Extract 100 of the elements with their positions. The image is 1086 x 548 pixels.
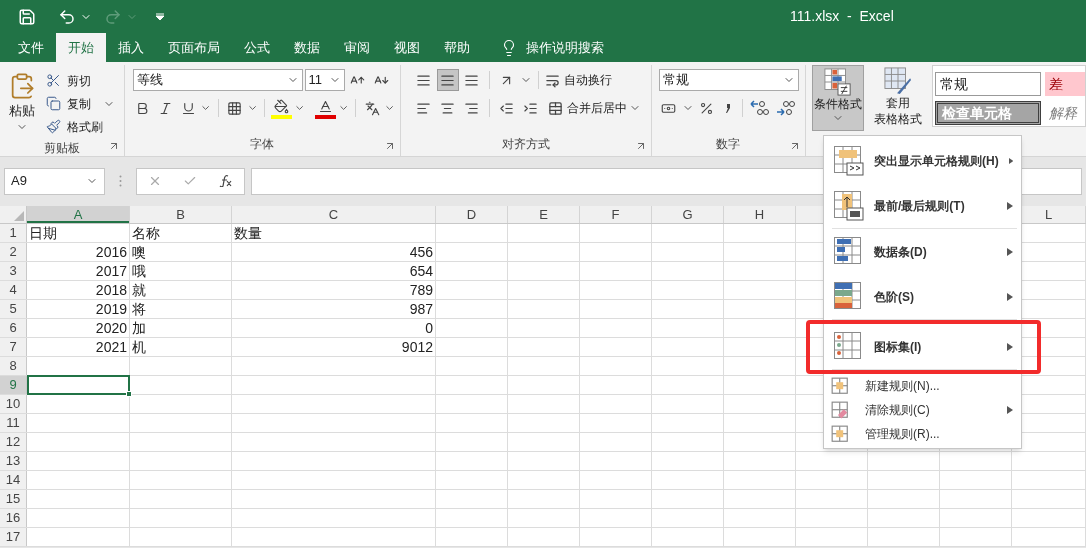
font-color-icon[interactable] [317,98,333,114]
decrease-decimal-icon[interactable] [774,99,795,117]
cut-button[interactable]: 剪切 [44,69,115,92]
percent-icon[interactable] [699,100,715,116]
column-header[interactable]: H [724,206,795,223]
highlight-cells-icon [833,145,864,176]
format-as-table-button[interactable]: 套用 表格格式 [866,65,930,131]
row-header[interactable]: 14 [0,471,27,489]
submenu-arrow-icon [1007,247,1013,256]
row-header[interactable]: 8 [0,357,27,375]
fill-color-icon[interactable] [274,98,289,114]
table-cell-text: 789 [408,281,434,299]
cell-style[interactable]: 常规 [935,72,1041,96]
column-header[interactable]: F [580,206,651,223]
row-header[interactable]: 4 [0,281,27,299]
function-icon[interactable] [219,175,234,187]
submenu-arrow-icon [1007,406,1013,414]
submenu-arrow-icon [1007,292,1013,301]
ribbon-tab[interactable]: 数据 [282,33,332,62]
number-format-field[interactable]: 常规 [658,69,799,91]
copy-button[interactable]: 复制 [44,92,115,115]
wrap-text-button[interactable]: 自动换行 [544,71,612,89]
top-bottom-icon [833,190,864,221]
ribbon-tab[interactable]: 审阅 [332,33,382,62]
row-header[interactable]: 3 [0,262,27,280]
middle-align-icon[interactable] [440,72,456,88]
row-header[interactable]: 6 [0,319,27,337]
window-title: 111.xlsx - Excel [790,7,894,26]
grip-icon [119,175,122,187]
row-header[interactable]: 11 [0,414,27,432]
data-bars-icon [833,236,864,267]
row-header[interactable]: 9 [0,376,27,394]
cell-style[interactable]: 解释 [1045,101,1085,125]
selected-cell[interactable] [27,375,130,395]
table-cell-text: 2017 [94,262,128,280]
table-cell-text: 2016 [94,243,128,261]
icon-set-icon [833,331,864,362]
increase-indent-icon[interactable] [523,100,539,116]
menu-item[interactable]: 色阶(S) [824,274,1021,319]
conditional-formatting-button[interactable]: 条件格式 [812,65,864,131]
row-header[interactable]: 17 [0,528,27,546]
name-box[interactable]: A9 [4,167,105,195]
ribbon-tab[interactable]: 视图 [382,33,432,62]
column-header[interactable]: A [27,206,129,223]
cell-style[interactable]: 差 [1045,72,1085,96]
bottom-align-icon[interactable] [464,72,480,88]
ribbon-tab[interactable]: 插入 [106,33,156,62]
menu-item[interactable]: 图标集(I) [824,324,1021,369]
tell-me-button[interactable]: 操作说明搜索 [492,33,612,62]
italic-icon[interactable] [157,100,173,116]
menu-item[interactable]: 数据条(D) [824,229,1021,274]
borders-icon[interactable] [227,100,243,116]
underline-icon[interactable] [180,100,196,116]
table-cell-text: 2020 [94,319,128,337]
fill-handle[interactable] [126,391,132,397]
column-header[interactable]: G [652,206,723,223]
increase-decimal-icon[interactable] [748,99,769,117]
menu-item[interactable]: 突出显示单元格规则(H) [824,138,1021,183]
save-icon[interactable] [18,7,36,26]
paste-button[interactable]: 粘贴 [4,69,40,138]
customize-icon[interactable] [156,12,164,21]
row-header[interactable]: 5 [0,300,27,318]
column-header[interactable]: B [130,206,231,223]
top-align-icon[interactable] [416,72,432,88]
align-left-icon[interactable] [416,100,432,116]
row-header[interactable]: 7 [0,338,27,356]
phonetic-icon[interactable] [364,100,380,116]
row-header[interactable]: 1 [0,224,27,242]
ribbon-tab[interactable]: 开始 [56,33,106,62]
row-header[interactable]: 16 [0,509,27,527]
merge-center-button[interactable]: 合并后居中 [547,99,627,117]
dialog-launcher-icon[interactable] [789,140,801,152]
align-center-icon[interactable] [440,100,456,116]
menu-item[interactable]: 管理规则(R)... [824,422,1021,446]
ribbon-tab[interactable]: 帮助 [432,33,482,62]
table-cell-text: 机 [131,338,147,356]
format-painter-button[interactable]: 格式刷 [44,115,115,138]
row-header[interactable]: 12 [0,433,27,451]
undo-icon[interactable] [58,7,76,26]
row-header[interactable]: 15 [0,490,27,508]
table-cell-text: 987 [408,300,434,318]
row-header[interactable]: 10 [0,395,27,413]
menu-item[interactable]: 新建规则(N)... [824,374,1021,398]
decrease-indent-icon[interactable] [499,100,515,116]
font-size-field[interactable]: 11 [304,69,345,91]
column-header[interactable]: C [232,206,435,223]
submenu-arrow-icon [1008,156,1013,165]
row-header[interactable]: 13 [0,452,27,470]
column-header[interactable]: E [508,206,579,223]
ribbon-tab[interactable]: 文件 [6,33,56,62]
column-header[interactable]: D [436,206,507,223]
ribbon-tab[interactable]: 公式 [232,33,282,62]
comma-style-icon[interactable] [723,102,732,114]
group-label: 剪贴板 [43,140,80,157]
row-header[interactable]: 2 [0,243,27,261]
font-name-field[interactable]: 等线 [132,69,303,91]
menu-item[interactable]: 清除规则(C) [824,398,1021,422]
conditional-formatting-icon [824,68,852,96]
ribbon-tab[interactable]: 页面布局 [156,33,232,62]
align-right-icon[interactable] [464,100,480,116]
